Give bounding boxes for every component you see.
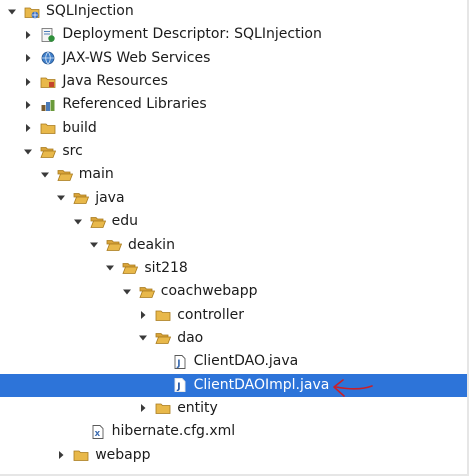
chevron-right-icon[interactable] (22, 120, 34, 136)
tree-item-entity[interactable]: entity (0, 397, 467, 420)
tree-item-label: entity (177, 399, 218, 416)
tree-item-label: ClientDAO.java (193, 353, 299, 370)
chevron-right-icon[interactable] (137, 307, 149, 323)
tree-item-dao[interactable]: dao (0, 327, 467, 350)
folder-open-icon (106, 237, 122, 253)
chevron-down-icon[interactable] (6, 4, 18, 20)
chevron-down-icon[interactable] (104, 260, 116, 276)
folder-open-icon (90, 214, 106, 230)
svg-text:x: x (94, 429, 100, 439)
tree-item-label: dao (177, 329, 204, 346)
tree-item-main[interactable]: main (0, 163, 467, 186)
folder-open-icon (155, 330, 172, 346)
chevron-right-icon[interactable] (137, 400, 149, 416)
project-icon (24, 4, 40, 20)
tree-item-label: deakin (128, 236, 175, 253)
chevron-down-icon[interactable] (39, 167, 51, 183)
tree-item-java-resources[interactable]: Java Resources (0, 70, 467, 93)
tree-item-coachwebapp[interactable]: coachwebapp (0, 280, 467, 303)
tree-item-src[interactable]: src (0, 140, 467, 163)
tree-item-label: controller (177, 306, 244, 323)
tree-item-deployment-descriptor-sqlinjection[interactable]: Deployment Descriptor: SQLInjection (0, 23, 467, 46)
java-file-icon: J (172, 377, 188, 393)
tree-item-label: sit218 (144, 259, 188, 276)
tree-item-label: src (62, 143, 83, 160)
tree-item-build[interactable]: build (0, 117, 467, 140)
deployment-descriptor-icon (40, 27, 56, 43)
tree-item-webapp[interactable]: webapp (0, 444, 467, 467)
folder-icon (155, 400, 171, 416)
tree-item-label: build (62, 119, 97, 136)
chevron-down-icon[interactable] (55, 190, 67, 206)
folder-open-icon (122, 260, 139, 276)
folder-open-icon (139, 284, 155, 300)
chevron-right-icon[interactable] (22, 27, 34, 43)
web-services-icon (40, 50, 56, 66)
tree-item-sit218[interactable]: sit218 (0, 257, 467, 280)
tree-item-deakin[interactable]: deakin (0, 234, 467, 257)
chevron-down-icon[interactable] (121, 284, 133, 300)
tree-item-label: SQLInjection (46, 3, 134, 19)
folder-icon (40, 120, 56, 136)
tree-item-label: coachwebapp (160, 283, 258, 300)
chevron-right-icon[interactable] (22, 50, 34, 66)
svg-text:J: J (176, 359, 180, 369)
svg-text:J: J (176, 382, 180, 392)
chevron-down-icon[interactable] (137, 330, 149, 346)
tree-item-label: hibernate.cfg.xml (111, 423, 236, 440)
tree-item-hibernate-cfg-xml[interactable]: x hibernate.cfg.xml (0, 420, 467, 443)
tree-item-referenced-libraries[interactable]: Referenced Libraries (0, 93, 467, 116)
tree-item-edu[interactable]: edu (0, 210, 467, 233)
java-file-icon: J (172, 354, 188, 370)
chevron-right-icon[interactable] (55, 447, 67, 463)
chevron-down-icon[interactable] (22, 144, 34, 160)
library-icon (40, 97, 56, 113)
folder-icon (155, 307, 171, 323)
annotation-arrow (333, 379, 373, 397)
tree-item-label: webapp (95, 446, 151, 463)
tree-item-label: edu (111, 213, 138, 230)
folder-icon (73, 447, 89, 463)
folder-open-icon (57, 167, 73, 183)
tree-item-jax-ws-web-services[interactable]: JAX-WS Web Services (0, 47, 467, 70)
tree-item-label: main (78, 166, 114, 183)
tree-item-java[interactable]: java (0, 187, 467, 210)
tree-item-label: Java Resources (62, 73, 168, 90)
tree-item-clientdaoimpl-java[interactable]: J ClientDAOImpl.java (0, 373, 467, 397)
tree-item-label: Deployment Descriptor: SQLInjection (62, 26, 322, 43)
tree-item-clientdao-java[interactable]: J ClientDAO.java (0, 350, 467, 373)
folder-open-icon (40, 144, 57, 160)
xml-file-icon: x (90, 424, 106, 440)
tree-item-label: Referenced Libraries (62, 96, 207, 113)
java-resources-icon (40, 74, 56, 90)
chevron-right-icon[interactable] (22, 97, 34, 113)
folder-open-icon (73, 190, 90, 206)
tree-item-sqlinjection[interactable]: SQLInjection (0, 0, 467, 23)
chevron-right-icon[interactable] (22, 74, 34, 90)
tree-item-label: JAX-WS Web Services (62, 49, 211, 66)
tree-item-label: java (95, 189, 125, 206)
tree-item-label: ClientDAOImpl.java (193, 376, 330, 393)
tree-item-controller[interactable]: controller (0, 304, 467, 327)
chevron-down-icon[interactable] (88, 237, 100, 253)
chevron-down-icon[interactable] (72, 214, 84, 230)
